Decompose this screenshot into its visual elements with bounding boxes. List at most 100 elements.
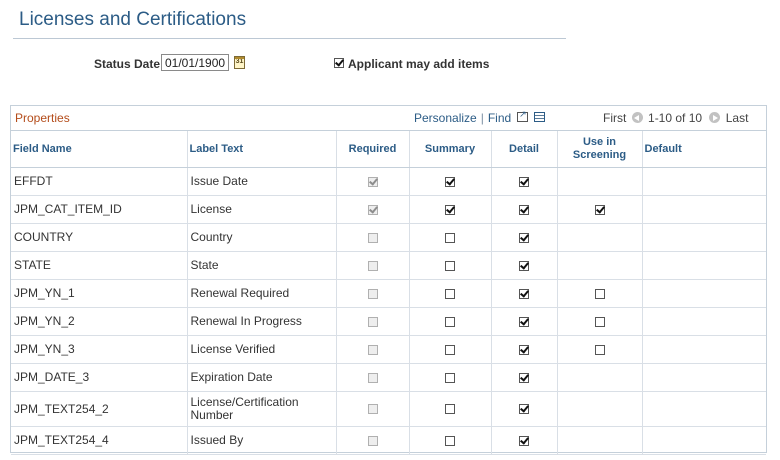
column-header-default[interactable]: Default: [642, 131, 766, 168]
cell-summary: [409, 251, 492, 280]
properties-table: Field Name Label Text Required Summary D…: [11, 131, 766, 455]
cell-default[interactable]: [642, 426, 766, 455]
column-header-summary[interactable]: Summary: [409, 131, 492, 168]
next-arrow-icon[interactable]: [709, 112, 721, 124]
table-row: EFFDT Issue Date: [11, 167, 766, 196]
detail-checkbox[interactable]: [519, 176, 529, 187]
cell-summary: [409, 223, 492, 252]
cell-label-text: State: [187, 251, 337, 280]
cell-detail: [491, 391, 558, 427]
required-checkbox: [367, 260, 378, 271]
required-checkbox: [367, 204, 378, 215]
cell-detail: [491, 251, 558, 280]
cell-default[interactable]: [642, 251, 766, 280]
cell-label-text: Issue Date: [187, 167, 337, 196]
cell-use-in-screening: [557, 363, 643, 392]
cell-use-in-screening: [557, 335, 643, 364]
properties-grid: Properties Personalize| Find First 1-10 o…: [10, 105, 767, 455]
detail-checkbox[interactable]: [519, 404, 529, 415]
cell-default[interactable]: [642, 167, 766, 196]
tool-separator: |: [480, 111, 484, 125]
detail-checkbox[interactable]: [519, 288, 529, 299]
cell-detail: [491, 307, 558, 336]
cell-default[interactable]: [642, 223, 766, 252]
cell-default[interactable]: [642, 363, 766, 392]
use-in-screening-checkbox[interactable]: [594, 316, 605, 327]
summary-checkbox[interactable]: [445, 316, 455, 327]
title-divider: [13, 38, 566, 39]
column-header-label-text[interactable]: Label Text: [187, 131, 337, 168]
status-date-label: Status Date: [94, 57, 161, 71]
cell-use-in-screening: [557, 279, 643, 308]
cell-detail: [491, 167, 558, 196]
summary-checkbox[interactable]: [445, 176, 455, 187]
use-in-screening-checkbox[interactable]: [594, 344, 605, 355]
column-header-use-in-screening[interactable]: Use in Screening: [557, 131, 643, 168]
table-row: COUNTRY Country: [11, 223, 766, 252]
detail-checkbox[interactable]: [519, 232, 529, 243]
cell-summary: [409, 307, 492, 336]
cell-required: [336, 307, 410, 336]
last-link[interactable]: Last: [726, 111, 749, 125]
applicant-add-items[interactable]: Applicant may add items: [334, 57, 489, 71]
calendar-icon[interactable]: 31: [234, 56, 245, 69]
cell-field-name: JPM_YN_3: [11, 335, 188, 364]
cell-label-text: Country: [187, 223, 337, 252]
cell-default[interactable]: [642, 279, 766, 308]
summary-checkbox[interactable]: [445, 288, 455, 299]
cell-summary: [409, 426, 492, 455]
grid-tools: Personalize | Find: [414, 109, 546, 125]
cell-label-text: Issued By: [187, 426, 337, 455]
cell-required: [336, 363, 410, 392]
detail-checkbox[interactable]: [519, 435, 529, 446]
summary-checkbox[interactable]: [445, 435, 455, 446]
cell-label-text: License: [187, 195, 337, 224]
summary-checkbox[interactable]: [445, 372, 455, 383]
summary-checkbox[interactable]: [445, 260, 455, 271]
applicant-add-items-checkbox[interactable]: [334, 57, 344, 68]
cell-summary: [409, 167, 492, 196]
cell-default[interactable]: [642, 391, 766, 427]
required-checkbox: [367, 372, 378, 383]
cell-use-in-screening: [557, 307, 643, 336]
cell-field-name: JPM_CAT_ITEM_ID: [11, 195, 188, 224]
cell-default[interactable]: [642, 335, 766, 364]
cell-field-name: EFFDT: [11, 167, 188, 196]
column-header-required[interactable]: Required: [336, 131, 410, 168]
zoom-icon[interactable]: [517, 109, 529, 122]
grid-caption: Properties: [15, 111, 70, 125]
row-range: 1-10 of 10: [648, 111, 703, 125]
cell-detail: [491, 426, 558, 455]
cell-default[interactable]: [642, 307, 766, 336]
first-link[interactable]: First: [603, 111, 626, 125]
summary-checkbox[interactable]: [445, 404, 455, 415]
personalize-link[interactable]: Personalize: [414, 111, 477, 125]
detail-checkbox[interactable]: [519, 204, 529, 215]
use-in-screening-checkbox[interactable]: [594, 288, 605, 299]
table-row: JPM_TEXT254_2 License/Certification Numbe…: [11, 391, 766, 427]
cell-summary: [409, 195, 492, 224]
find-link[interactable]: Find: [488, 111, 511, 125]
previous-arrow-icon[interactable]: [631, 112, 643, 124]
download-icon[interactable]: [534, 111, 546, 122]
cell-required: [336, 335, 410, 364]
cell-required: [336, 167, 410, 196]
use-in-screening-checkbox[interactable]: [594, 204, 605, 215]
column-header-detail[interactable]: Detail: [491, 131, 558, 168]
required-checkbox: [367, 404, 378, 415]
detail-checkbox[interactable]: [519, 260, 529, 271]
detail-checkbox[interactable]: [519, 372, 529, 383]
detail-checkbox[interactable]: [519, 344, 529, 355]
summary-checkbox[interactable]: [445, 232, 455, 243]
summary-checkbox[interactable]: [445, 204, 455, 215]
cell-label-text: License Verified: [187, 335, 337, 364]
table-row: JPM_CAT_ITEM_ID License: [11, 195, 766, 224]
cell-default[interactable]: [642, 195, 766, 224]
detail-checkbox[interactable]: [519, 316, 529, 327]
cell-use-in-screening: [557, 167, 643, 196]
required-checkbox: [367, 288, 378, 299]
column-header-field-name[interactable]: Field Name: [11, 131, 188, 168]
cell-summary: [409, 279, 492, 308]
summary-checkbox[interactable]: [445, 344, 455, 355]
status-date-input[interactable]: [161, 54, 229, 71]
